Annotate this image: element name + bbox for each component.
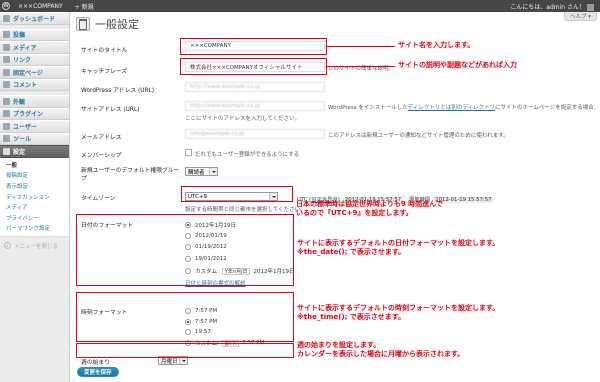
settings-icon — [3, 147, 10, 155]
sidebar-item-label: リンク — [13, 57, 32, 65]
site-address-input[interactable]: http://www.example.co.jp — [185, 101, 325, 111]
sidebar-item-label: ツール — [13, 136, 32, 144]
help-button[interactable]: ヘルプ ▾ — [563, 12, 597, 21]
membership-label: メンバーシップ — [81, 153, 122, 159]
annotation-box-tagline — [180, 58, 327, 75]
collapse-label: メニューを閉じる — [14, 243, 59, 250]
sidebar-item-plugins[interactable]: プラグイン — [0, 107, 69, 120]
annotation-time-format: サイトに表示するデフォルトの時刻フォーマットを設定します。 ※the_time()… — [297, 304, 500, 322]
annotation-site-title: サイト名を入力します。 — [398, 41, 475, 49]
annotation-week-start: 週の始まりを設定します。 カレンダーを表示した場合に月曜から表示されます。 — [297, 341, 465, 359]
submenu-discussion[interactable]: ディスカッション — [0, 191, 69, 202]
greeting-text: こんにちは、admin さん！ — [510, 3, 585, 11]
sidebar-item-label: 外観 — [13, 98, 26, 106]
annotation-box-week-start — [76, 343, 294, 358]
annotation-box-time-format — [76, 292, 294, 342]
submenu-reading[interactable]: 表示設定 — [0, 181, 69, 192]
pin-icon — [3, 31, 10, 39]
sidebar-item-label: プラグイン — [13, 111, 44, 119]
chevron-down-icon — [179, 357, 187, 364]
default-role-select[interactable]: 購読者 — [185, 167, 218, 176]
sidebar-item-label: 投稿 — [13, 32, 26, 40]
sidebar-item-label: ユーザー — [13, 123, 37, 131]
timezone-label: タイムゾーン — [81, 196, 116, 202]
sidebar-item-label: 設定 — [13, 148, 26, 156]
week-start-label: 週の始まり — [81, 360, 110, 366]
annotation-tagline: サイトの説明や副題などがあれば入力 — [398, 61, 517, 69]
comment-icon — [3, 81, 10, 89]
email-description: このアドレスは新規ユーザーの通知などサイト管理のために使われます。 — [328, 133, 509, 139]
different-directory-link[interactable]: ディレクトリとは別のディレクトリ — [408, 105, 495, 111]
annotation-box-timezone — [181, 186, 293, 202]
collapse-menu-button[interactable]: メニューを閉じる — [0, 237, 69, 250]
sidebar-item-dashboard[interactable]: ダッシュボード — [0, 12, 69, 25]
admin-bar-new[interactable]: + 新規 — [69, 2, 100, 11]
annotation-timezone: 日本の標準時は協定世界時よりも9 時間進んで いるので『UTC+9』を設定します。 — [296, 200, 443, 218]
tagline-label: キャッチフレーズ — [81, 69, 128, 75]
page-title: 一般設定 — [95, 18, 139, 31]
sidebar-item-users[interactable]: ユーザー — [0, 120, 69, 133]
dashboard-icon — [3, 14, 10, 22]
sidebar-item-media[interactable]: メディア — [0, 41, 69, 54]
admin-bar: W ×××COMPANY + 新規 こんにちは、admin さん！ — [0, 0, 600, 12]
default-role-label: 新規ユーザーのデフォルト権限グループ — [81, 168, 180, 183]
submenu-privacy[interactable]: プライバシー — [0, 212, 69, 223]
sidebar-item-label: ダッシュボード — [13, 15, 56, 23]
sidebar-menu: ダッシュボード 投稿 メディア リンク 固定ページ コメント 外観 プラグイン … — [0, 12, 69, 158]
wordpress-logo[interactable]: W — [0, 0, 12, 12]
submenu-media[interactable]: メディア — [0, 202, 69, 213]
sidebar-item-links[interactable]: リンク — [0, 53, 69, 66]
settings-submenu: 一般 投稿設定 表示設定 ディスカッション メディア プライバシー パーマリンク… — [0, 157, 69, 237]
membership-checkbox[interactable] — [185, 149, 192, 156]
page-header: 一般設定 — [76, 16, 139, 32]
sidebar-item-posts[interactable]: 投稿 — [0, 28, 69, 41]
settings-page-icon — [76, 17, 90, 31]
link-icon — [3, 56, 10, 64]
annotation-date-format: サイトに表示するデフォルトの日付フォーマットを設定します。 ※the_date()… — [297, 239, 500, 257]
sidebar-item-settings[interactable]: 設定 — [0, 145, 69, 158]
sidebar-item-label: 固定ページ — [13, 69, 43, 77]
membership-checkbox-label: だれでもユーザー登録ができるようにする — [195, 152, 300, 158]
annotation-line-site-title — [327, 46, 395, 47]
sidebar-item-label: コメント — [13, 82, 38, 90]
admin-bar-account[interactable]: こんにちは、admin さん！ — [510, 2, 600, 11]
sidebar-item-label: メディア — [13, 44, 37, 52]
sidebar-item-tools[interactable]: ツール — [0, 132, 69, 145]
sidebar-item-appearance[interactable]: 外観 — [0, 95, 69, 108]
submenu-general[interactable]: 一般 — [0, 160, 69, 171]
annotation-box-site-title — [180, 38, 327, 55]
users-icon — [3, 122, 10, 130]
annotation-line-tagline — [327, 66, 395, 67]
email-input[interactable]: info@example.co.jp — [185, 129, 325, 139]
plugin-icon — [3, 110, 10, 118]
page-icon — [3, 68, 10, 76]
site-address-description: WordPress をインストールしたディレクトリとは別のディレクトリにサイトの… — [328, 105, 600, 111]
chevron-down-icon — [209, 168, 217, 175]
sidebar-item-comments[interactable]: コメント — [0, 78, 69, 91]
appearance-icon — [3, 97, 10, 105]
wp-address-input[interactable]: http://www.example.co.jp — [185, 82, 325, 92]
collapse-icon — [4, 242, 11, 250]
admin-bar-site-name[interactable]: ×××COMPANY — [12, 3, 69, 10]
wordpress-icon: W — [2, 2, 10, 10]
email-label: メールアドレス — [81, 135, 122, 141]
sidebar-item-pages[interactable]: 固定ページ — [0, 66, 69, 79]
avatar — [587, 3, 594, 11]
tools-icon — [3, 135, 10, 143]
timezone-description: 設定する時間帯と同じ都市を選択してください。 — [185, 207, 306, 213]
submenu-permalinks[interactable]: パーマリンク設定 — [0, 223, 69, 234]
submenu-writing[interactable]: 投稿設定 — [0, 170, 69, 181]
site-title-label: サイトのタイトル — [81, 48, 128, 54]
media-icon — [3, 43, 10, 51]
annotation-box-date-format — [76, 214, 294, 286]
sidebar: ダッシュボード 投稿 メディア リンク 固定ページ コメント 外観 プラグイン … — [0, 12, 70, 382]
site-address-label: サイトアドレス (URL) — [81, 107, 140, 113]
wp-address-label: WordPress アドレス (URL) — [81, 88, 155, 94]
save-changes-button[interactable]: 変更を保存 — [77, 367, 119, 377]
site-address-description-2: ここにサイトのアドレスを入力してください。 — [185, 116, 301, 122]
